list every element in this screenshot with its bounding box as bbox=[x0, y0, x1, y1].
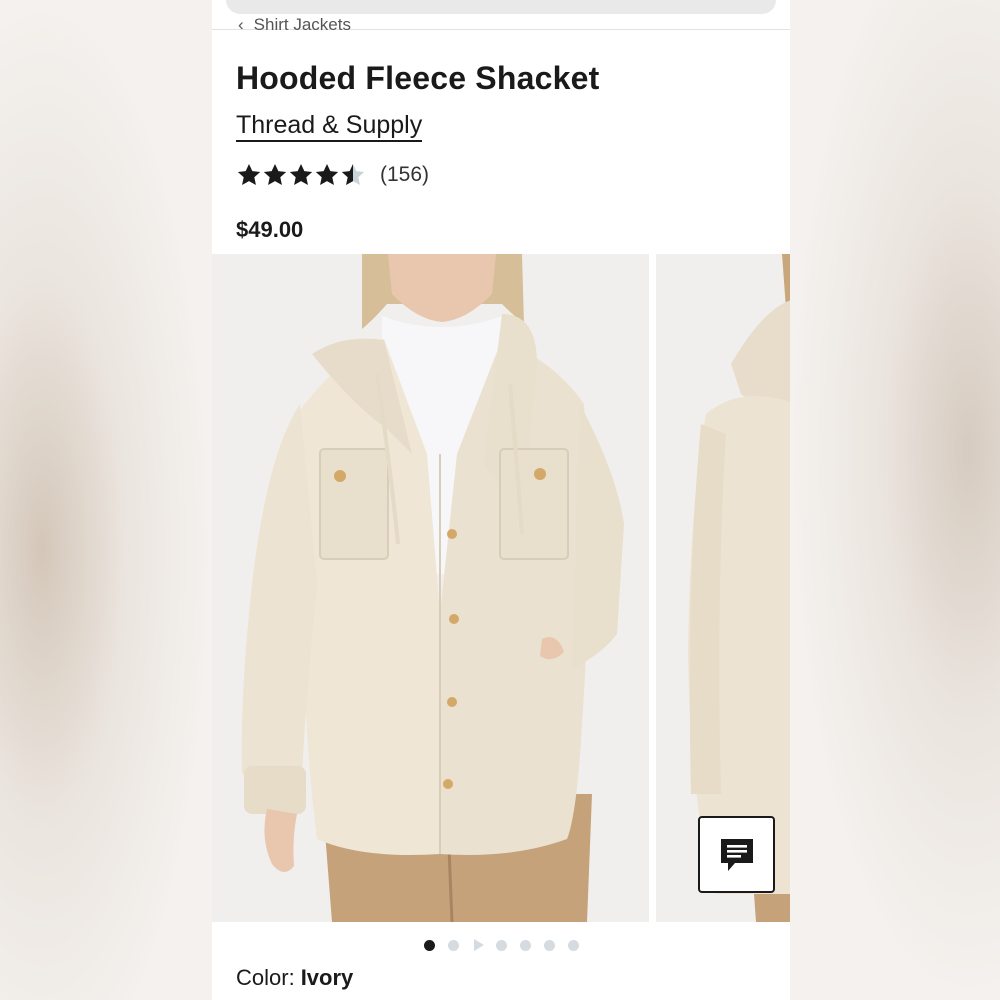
background-right bbox=[790, 0, 1000, 1000]
star-half-icon bbox=[341, 163, 365, 185]
breadcrumb-label: Shirt Jackets bbox=[253, 15, 351, 34]
price: $49.00 bbox=[236, 217, 304, 242]
model-front-illustration bbox=[212, 254, 649, 922]
brand-link[interactable]: Thread & Supply bbox=[236, 110, 423, 142]
star-icon bbox=[263, 163, 287, 185]
chat-icon bbox=[720, 838, 753, 871]
gallery-dot-2[interactable] bbox=[447, 939, 459, 951]
product-title: Hooded Fleece Shacket bbox=[236, 60, 600, 96]
star-icon bbox=[289, 163, 313, 185]
chat-button[interactable] bbox=[698, 816, 775, 893]
star-rating bbox=[236, 162, 366, 188]
review-count: (156) bbox=[380, 163, 430, 186]
gallery-dot-7[interactable] bbox=[567, 939, 579, 951]
color-label: Color: bbox=[236, 965, 295, 990]
selected-color: Color: Ivory bbox=[236, 965, 353, 991]
product-image-front[interactable] bbox=[212, 254, 649, 922]
search-bar[interactable] bbox=[226, 0, 776, 14]
chevron-left-icon: ‹ bbox=[238, 15, 244, 34]
product-page: ‹ Shirt Jackets Hooded Fleece Shacket Thr… bbox=[212, 0, 790, 1000]
star-icon bbox=[315, 163, 339, 185]
gallery-dot-5[interactable] bbox=[519, 939, 531, 951]
gallery-pagination bbox=[212, 936, 790, 954]
gallery-dot-4[interactable] bbox=[495, 939, 507, 951]
play-icon[interactable] bbox=[474, 939, 484, 951]
color-value: Ivory bbox=[300, 965, 354, 990]
gallery-dot-6[interactable] bbox=[543, 939, 555, 951]
rating[interactable]: (156) bbox=[236, 160, 429, 190]
star-icon bbox=[237, 163, 261, 185]
breadcrumb[interactable]: ‹ Shirt Jackets bbox=[238, 15, 351, 35]
background-left bbox=[0, 0, 212, 1000]
gallery-dot-1[interactable] bbox=[423, 939, 435, 951]
